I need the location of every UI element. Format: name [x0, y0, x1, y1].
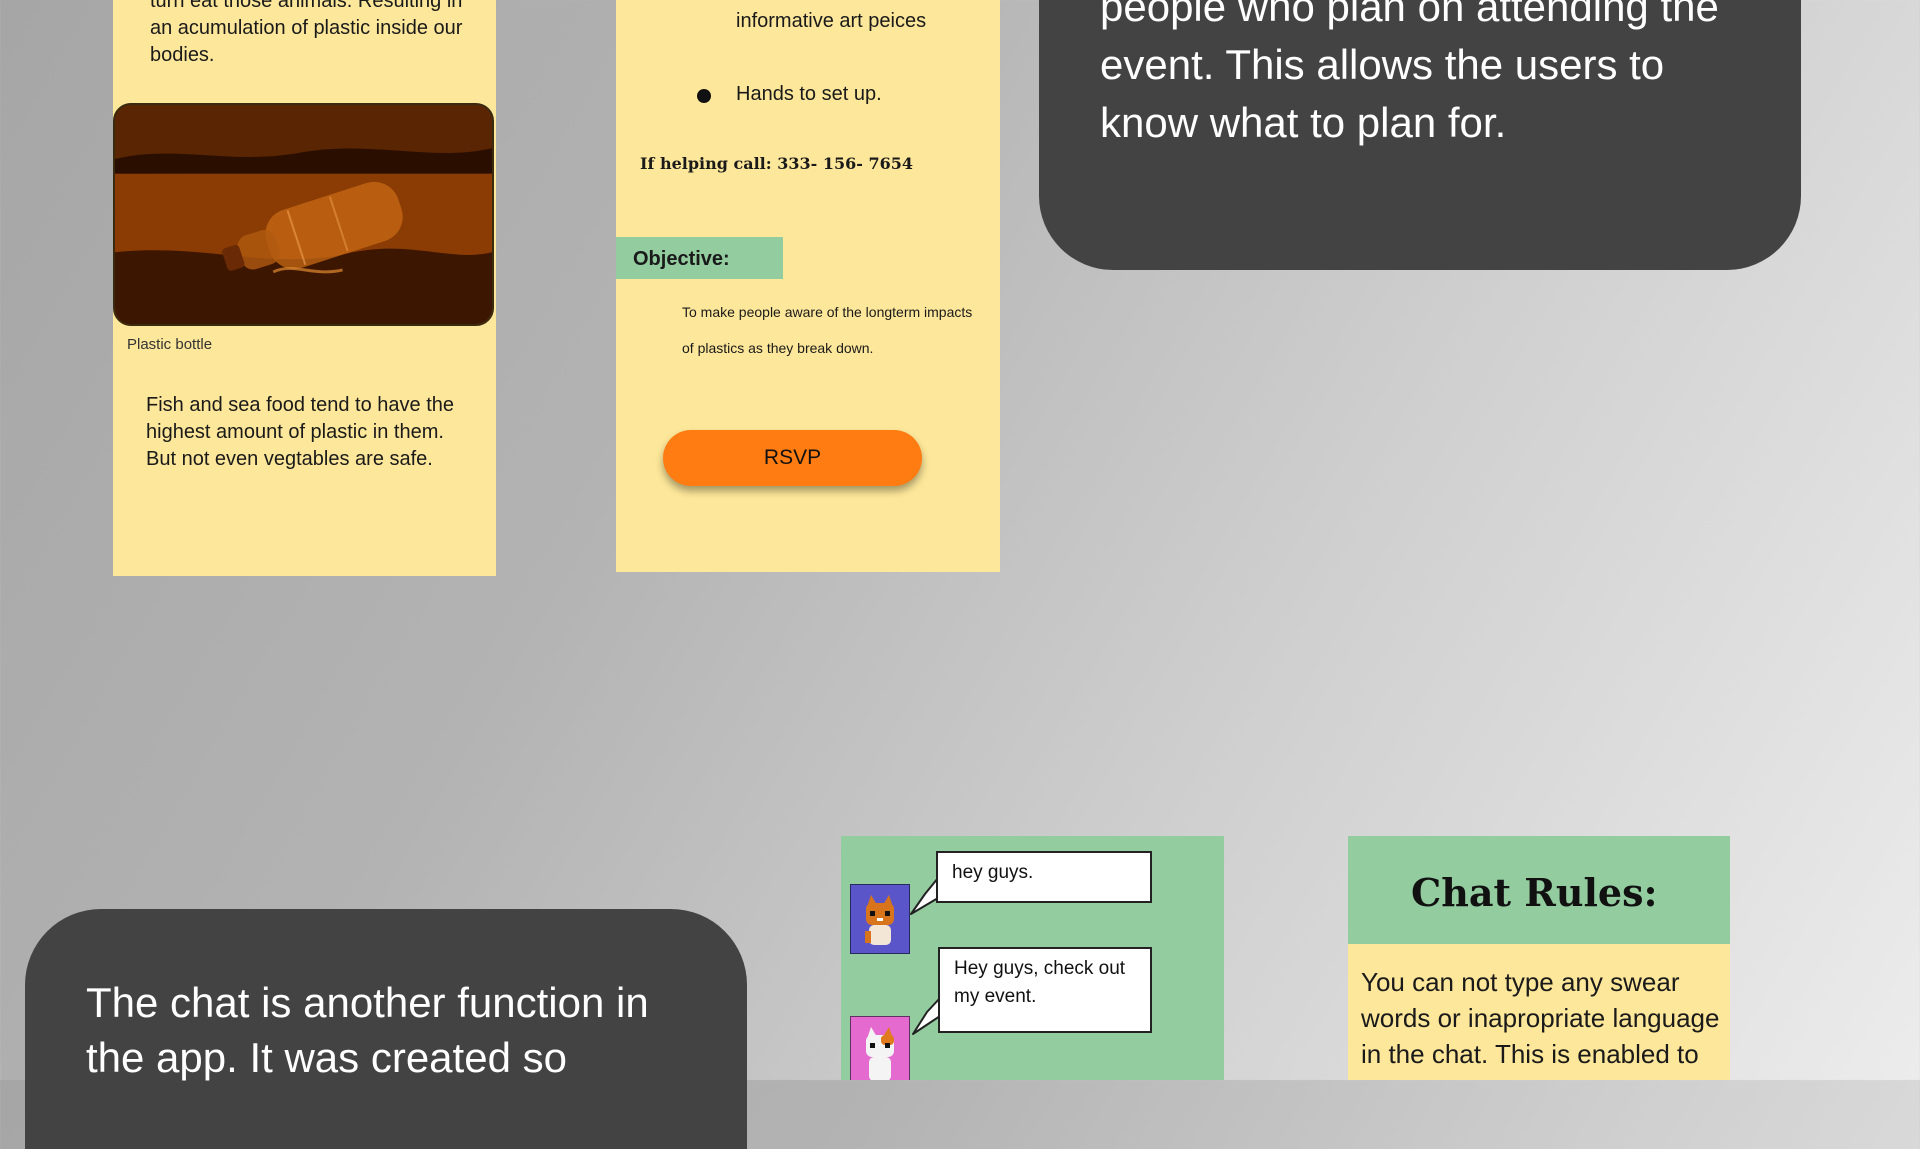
rules-text: You can not type any swear words or inap… [1361, 967, 1720, 1080]
intro-paragraph: turn eat those animals. Resulting in an … [150, 0, 463, 66]
photo-caption: Plastic bottle [127, 336, 213, 353]
chat-message: Hey guys, check out my event. [938, 947, 1152, 1033]
rsvp-button[interactable]: RSVP [663, 430, 922, 486]
chat-rules-screen: Chat Rules: You can not type any swear w… [1348, 836, 1730, 1080]
bullet-icon [697, 89, 711, 103]
cat-avatar[interactable] [850, 1016, 910, 1080]
fish-paragraph: Fish and sea food tend to have the highe… [146, 394, 454, 470]
chat-description-callout: The chat is another function in the app.… [25, 909, 747, 1149]
chat-message: hey guys. [936, 851, 1152, 903]
event-details-screen: informative art peices Hands to set up. … [616, 0, 1000, 572]
help-phone-line: If helping call: 333- 156- 7654 [640, 154, 913, 173]
plastic-info-screen: turn eat those animals. Resulting in an … [113, 0, 496, 576]
description-callout: people who plan on attending the event. … [1039, 0, 1801, 270]
cat-avatar[interactable] [850, 884, 910, 954]
rules-title: Chat Rules: [1411, 870, 1658, 915]
needs-list-item: informative art peices [736, 10, 927, 32]
needs-list-item: Hands to set up. [736, 83, 882, 105]
objective-text: To make people aware of the longterm imp… [682, 304, 973, 356]
plastic-bottle-photo [113, 103, 494, 326]
callout-text: The chat is another function in the app.… [86, 979, 649, 1081]
objective-label: Objective: [633, 248, 730, 270]
callout-text: people who plan on attending the event. … [1100, 0, 1719, 146]
chat-screen: hey guys. Hey guys, check out my event. [841, 836, 1224, 1080]
